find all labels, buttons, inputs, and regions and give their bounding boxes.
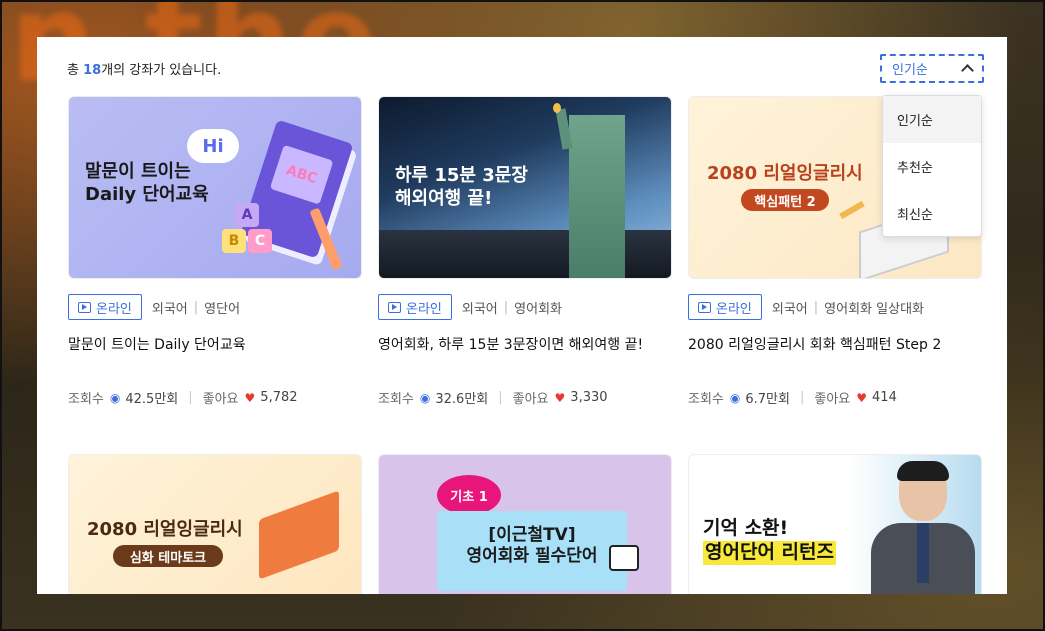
megaphone-icon	[609, 545, 639, 571]
thumbnail-text: 2080 리얼잉글리시	[87, 519, 243, 540]
heart-icon: ♥	[554, 390, 566, 405]
eye-icon: ◉	[419, 390, 431, 405]
course-stats: 조회수 ◉ 6.7만회 | 좋아요 ♥ 414	[688, 390, 897, 407]
course-card[interactable]: 하루 15분 3문장 해외여행 끝! 온라인 외국어 | 영어회화 영어회화, …	[378, 96, 672, 407]
course-stats: 조회수 ◉ 32.6만회 | 좋아요 ♥ 3,330	[378, 390, 608, 407]
thumbnail-text: [이근철TV] 영어회화 필수단어	[466, 525, 598, 567]
course-card[interactable]: 말문이 트이는 Daily 단어교육 Hi ABC A B C 온라인 외국어 …	[68, 96, 362, 407]
course-thumbnail[interactable]: 2080 리얼잉글리시 심화 테마토크	[68, 454, 362, 594]
course-title[interactable]: 2080 리얼잉글리시 회화 핵심패턴 Step 2	[688, 334, 982, 354]
subcategory-label: 영어회화	[514, 301, 563, 317]
speech-bubble-icon: Hi	[187, 129, 239, 163]
eye-icon: ◉	[729, 390, 741, 405]
chevron-up-icon	[961, 64, 974, 77]
thumbnail-text: 2080 리얼잉글리시	[707, 163, 863, 184]
sort-option-popular[interactable]: 인기순	[883, 96, 981, 143]
sort-option-latest[interactable]: 최신순	[883, 190, 981, 237]
thumbnail-subtitle-pill: 심화 테마토크	[113, 545, 223, 567]
thumbnail-subtitle-pill: 핵심패턴 2	[741, 189, 829, 211]
course-count: 총 18개의 강좌가 있습니다.	[67, 63, 222, 78]
course-card[interactable]: 기초 1 [이근철TV] 영어회화 필수단어	[378, 454, 672, 594]
block-a-icon: A	[235, 203, 259, 227]
course-thumbnail[interactable]: 기억 소환! 영어단어 리턴즈	[688, 454, 982, 594]
sort-dropdown: 인기순 추천순 최신순	[882, 95, 982, 237]
like-count: 414	[872, 390, 897, 405]
level-tag: 기초 1	[437, 475, 501, 515]
course-meta: 온라인 외국어 | 영어회화	[378, 294, 672, 320]
course-card[interactable]: 기억 소환! 영어단어 리턴즈	[688, 454, 982, 594]
category-label: 외국어	[771, 301, 808, 317]
view-count: 42.5만회	[125, 392, 179, 407]
course-meta: 온라인 외국어 | 영단어	[68, 294, 362, 320]
online-badge: 온라인	[68, 294, 142, 320]
category-label: 외국어	[461, 301, 498, 317]
online-badge: 온라인	[688, 294, 762, 320]
course-thumbnail[interactable]: 하루 15분 3문장 해외여행 끝!	[378, 96, 672, 279]
sort-selected-label: 인기순	[892, 63, 928, 78]
sort-option-recommended[interactable]: 추천순	[883, 143, 981, 190]
heart-icon: ♥	[856, 390, 868, 405]
thumbnail-text: 하루 15분 3문장 해외여행 끝!	[395, 165, 528, 209]
category-label: 외국어	[151, 301, 188, 317]
view-count: 32.6만회	[435, 392, 489, 407]
eye-icon: ◉	[109, 390, 121, 405]
subcategory-label: 영단어	[204, 301, 241, 317]
block-b-icon: B	[222, 229, 246, 253]
view-count: 6.7만회	[745, 392, 790, 407]
course-title[interactable]: 말문이 트이는 Daily 단어교육	[68, 334, 362, 354]
course-meta: 온라인 외국어 | 영어회화 일상대화	[688, 294, 982, 320]
block-c-icon: C	[248, 229, 272, 253]
statue-of-liberty	[553, 103, 625, 278]
pencil-icon	[839, 200, 865, 220]
city-skyline	[379, 230, 671, 278]
thumbnail-text: 기억 소환! 영어단어 리턴즈	[703, 517, 836, 565]
course-list-panel: 총 18개의 강좌가 있습니다. 인기순 인기순 추천순 최신순 말문이 트이는…	[37, 37, 1007, 594]
like-count: 3,330	[570, 390, 608, 405]
heart-icon: ♥	[244, 390, 256, 405]
subcategory-label: 영어회화 일상대화	[824, 301, 924, 317]
instructor-photo	[871, 461, 975, 594]
screen-illustration	[259, 490, 339, 580]
online-badge: 온라인	[378, 294, 452, 320]
sort-select[interactable]: 인기순	[880, 54, 984, 83]
play-icon	[698, 301, 711, 313]
play-icon	[78, 301, 91, 313]
course-card[interactable]: 2080 리얼잉글리시 심화 테마토크	[68, 454, 362, 594]
course-stats: 조회수 ◉ 42.5만회 | 좋아요 ♥ 5,782	[68, 390, 298, 407]
course-count-number: 18	[83, 63, 102, 78]
thumbnail-text: 말문이 트이는 Daily 단어교육	[85, 161, 209, 205]
course-thumbnail[interactable]: 기초 1 [이근철TV] 영어회화 필수단어	[378, 454, 672, 594]
course-title[interactable]: 영어회화, 하루 15분 3문장이면 해외여행 끝!	[378, 334, 672, 354]
play-icon	[388, 301, 401, 313]
course-thumbnail[interactable]: 말문이 트이는 Daily 단어교육 Hi ABC A B C	[68, 96, 362, 279]
like-count: 5,782	[260, 390, 298, 405]
